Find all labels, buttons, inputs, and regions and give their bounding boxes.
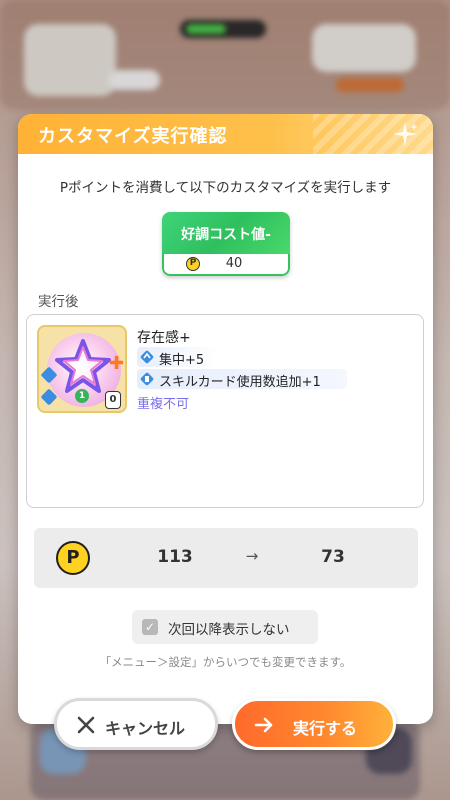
upgrade-plus-icon: ✚ (109, 353, 125, 374)
dont-show-again-label: 次回以降表示しない (168, 622, 290, 638)
skill-card-cost: P 40 (162, 254, 290, 276)
concentration-icon (140, 350, 154, 364)
result-card-name: 存在感+ (137, 330, 191, 346)
result-preview-box: ✚ 1 0 存在感+ 集中+5 スキルカード使用数追加+1 重複不可 (26, 314, 424, 508)
execute-button-label: 実行する (293, 719, 358, 738)
dialog-subtitle: Pポイントを消費して以下のカスタマイズを実行します (59, 180, 392, 196)
effect-text: スキルカード使用数追加+1 (159, 375, 321, 390)
no-stack-label: 重複不可 (137, 397, 190, 412)
skill-card-name: 好調コスト値- (181, 227, 271, 243)
skill-card-icon (140, 372, 154, 386)
card-count-badge: 0 (105, 391, 121, 409)
dialog-title: カスタマイズ実行確認 (38, 126, 228, 147)
p-coin-icon: P (56, 541, 90, 575)
p-coin-icon: P (186, 257, 200, 271)
card-level-badge: 1 (75, 389, 89, 403)
close-icon (77, 716, 95, 734)
settings-hint: 「メニュー＞設定」からいつでも変更できます。 (99, 655, 352, 669)
sparkle-icon (393, 122, 418, 146)
effect-row: スキルカード使用数追加+1 (137, 369, 347, 390)
after-label: 実行後 (38, 294, 79, 310)
arrow-right-icon (254, 717, 273, 733)
cancel-button-label: キャンセル (105, 719, 186, 738)
skill-card-cost-value: 40 (225, 256, 243, 271)
arrow-right-icon: → (245, 547, 259, 565)
effect-text: 集中+5 (159, 353, 205, 368)
customize-skill-card: 好調コスト値- P 40 (162, 212, 290, 276)
dialog-title-bar: カスタマイズ実行確認 (18, 114, 433, 154)
checkbox-checked-icon[interactable]: ✓ (142, 619, 158, 635)
execute-button[interactable]: 実行する (232, 698, 396, 750)
cancel-button[interactable]: キャンセル (54, 698, 218, 750)
effect-row: 集中+5 (137, 347, 217, 368)
star-icon (55, 339, 111, 393)
points-after: 73 (321, 547, 345, 567)
skill-card-image: ✚ 1 0 (37, 325, 127, 413)
customize-confirm-dialog: カスタマイズ実行確認 Pポイントを消費して以下のカスタマイズを実行します 好調コ… (18, 114, 433, 724)
dont-show-again-toggle[interactable]: ✓ 次回以降表示しない (132, 610, 318, 644)
points-before: 113 (157, 547, 193, 567)
points-change-row: P 113 → 73 (34, 528, 418, 588)
card-type-badge-icon (41, 367, 57, 405)
